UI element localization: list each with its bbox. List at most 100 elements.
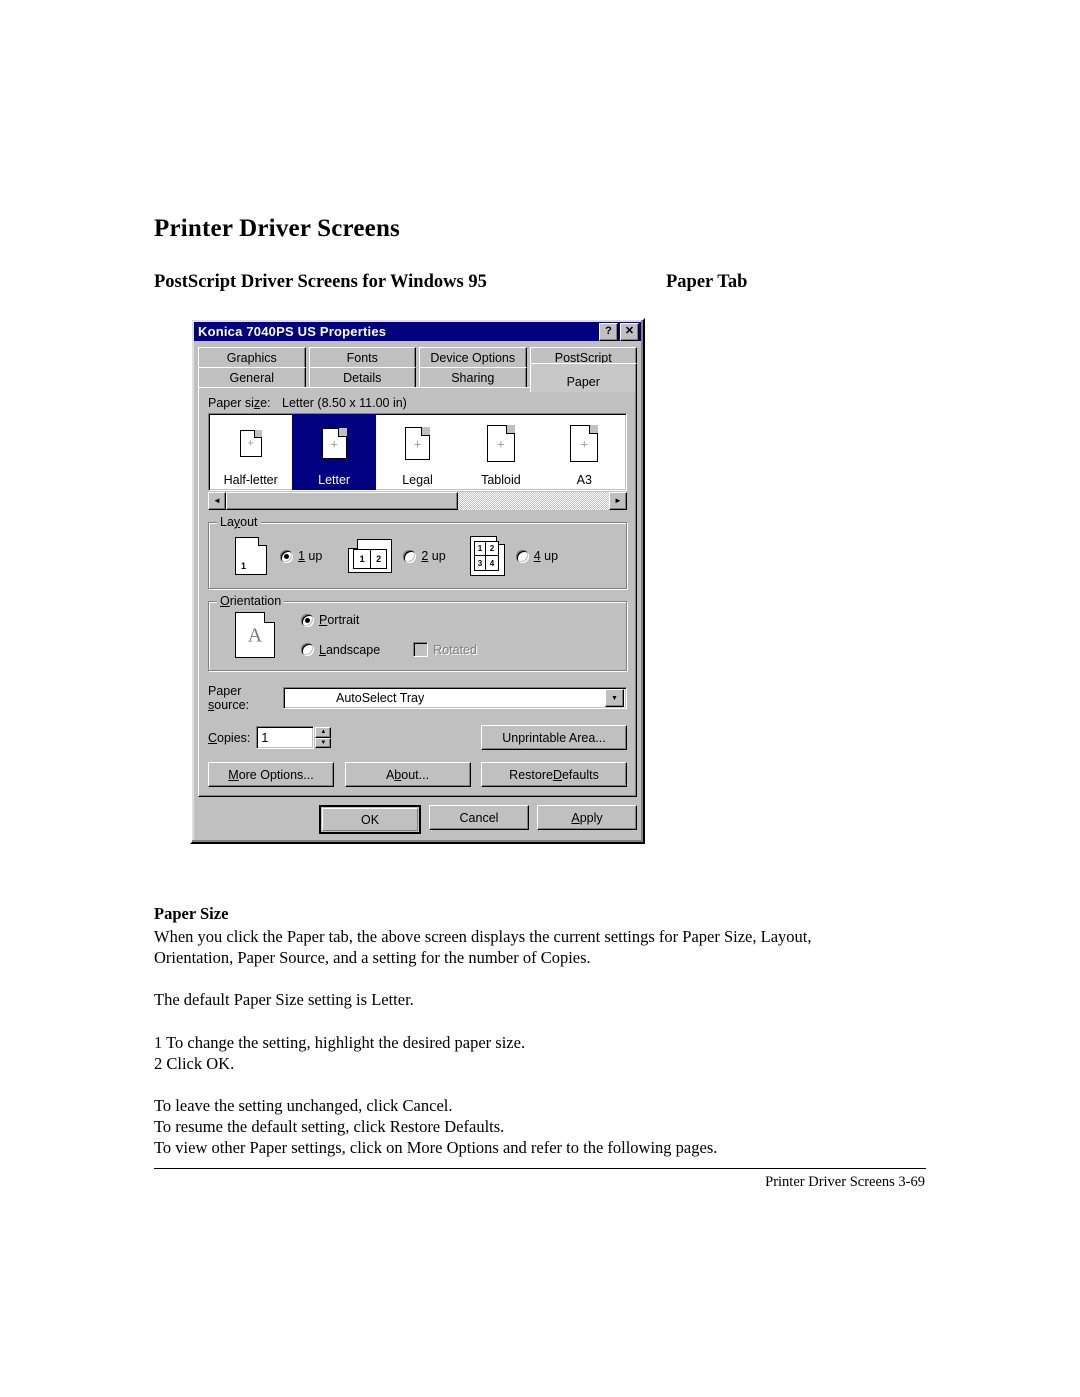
paper-size-row: Paper size: Letter (8.50 x 11.00 in) (208, 396, 627, 410)
page-icon: + (239, 414, 262, 473)
radio-landscape[interactable]: Landscape (301, 643, 380, 657)
layout-thumb-number: 1 (359, 554, 365, 564)
layout-radio-4up[interactable]: 4 up (515, 549, 559, 563)
layout-thumb-number: 2 (486, 542, 498, 556)
copies-input[interactable]: 1 (256, 726, 315, 749)
body-paragraph-3-line-3: To view other Paper settings, click on M… (154, 1138, 718, 1157)
radio-icon[interactable] (301, 643, 314, 656)
portrait-label: Portrait (319, 613, 360, 627)
tab-general[interactable]: General (198, 367, 306, 388)
close-icon[interactable]: ✕ (620, 322, 639, 341)
paper-size-option-label: Half-letter (223, 473, 278, 487)
layout-radio-1up[interactable]: 1 up (280, 549, 322, 563)
body-step-1: 1 To change the setting, highlight the d… (154, 1033, 526, 1052)
layout-thumb-number: 3 (475, 556, 487, 570)
section-subheading: PostScript Driver Screens for Windows 95 (154, 272, 487, 292)
section-label: Paper Tab (666, 272, 748, 292)
landscape-label: Landscape (319, 642, 381, 657)
tab-sharing[interactable]: Sharing (419, 367, 527, 388)
paper-size-option-label: Tabloid (481, 473, 521, 487)
layout-thumb-number: 1 (241, 561, 247, 571)
chevron-down-icon[interactable]: ▼ (605, 689, 624, 707)
orientation-choices: Portrait Landscape Rotated (301, 613, 477, 657)
cancel-button[interactable]: Cancel (429, 805, 529, 830)
tab-graphics[interactable]: Graphics (198, 347, 306, 368)
document-page: Printer Driver Screens PostScript Driver… (0, 0, 1080, 1397)
orientation-group-title: Orientation (217, 594, 285, 608)
scrollbar-track[interactable] (226, 492, 609, 510)
paper-size-option-a3[interactable]: + A3 (543, 414, 626, 490)
tab-details[interactable]: Details (308, 367, 416, 388)
paper-size-option-label: Letter (318, 473, 351, 487)
checkbox-rotated: Rotated (413, 642, 477, 657)
tab-paper[interactable]: Paper (529, 363, 637, 392)
printer-properties-dialog: Konica 7040PS US Properties ? ✕ Graphics… (190, 318, 645, 844)
page-icon: + (570, 414, 599, 473)
paper-size-option-tabloid[interactable]: + Tabloid (459, 414, 542, 490)
radio-portrait[interactable]: Portrait (301, 613, 477, 627)
layout-group-title: Layout (217, 515, 261, 529)
unprintable-area-button[interactable]: Unprintable Area... (481, 725, 627, 750)
layout-option-label: 4 up (533, 549, 559, 563)
restore-defaults-button[interactable]: Restore Defaults (481, 762, 627, 787)
layout-thumb-4up: 1 2 3 4 (469, 536, 505, 576)
radio-icon[interactable] (403, 549, 417, 563)
copies-label: Copies: (208, 730, 251, 745)
orientation-thumb-portrait: A (235, 612, 275, 658)
paper-size-option-half-letter[interactable]: + Half-letter (209, 414, 292, 490)
ok-button[interactable]: OK (319, 805, 421, 834)
panel-buttons-row: More Options... Ab out... Restore Default… (208, 762, 627, 787)
paper-size-label: Paper size: (208, 396, 271, 410)
paper-size-option-legal[interactable]: + Legal (376, 414, 459, 490)
orientation-content: A Portrait Landscape Rotated (219, 612, 616, 658)
body-paragraph-1-line-1: When you click the Paper tab, the above … (154, 927, 812, 946)
orientation-second-row: Landscape Rotated (301, 642, 477, 657)
page-icon: + (405, 414, 431, 473)
tab-row-bottom: General Details Sharing Paper (198, 363, 637, 392)
copies-stepper[interactable]: ▲ ▼ (315, 727, 332, 748)
paper-size-scrollbar[interactable]: ◄ ► (208, 492, 627, 510)
layout-thumb-1up: 1 (235, 537, 267, 575)
scroll-left-icon[interactable]: ◄ (208, 492, 226, 510)
paper-tab-panel: Paper size: Letter (8.50 x 11.00 in) + H… (198, 387, 637, 797)
scrollbar-thumb[interactable] (226, 492, 458, 510)
radio-icon[interactable] (280, 549, 293, 563)
layout-thumb-number: 4 (489, 558, 495, 568)
page-footer: Printer Driver Screens 3-69 (765, 1174, 925, 1190)
paper-size-option-letter[interactable]: + Letter (292, 414, 376, 490)
radio-icon[interactable] (301, 613, 314, 627)
layout-thumb-2up: 1 2 (348, 539, 393, 573)
radio-icon[interactable] (515, 549, 529, 563)
body-heading: Paper Size (154, 904, 229, 923)
paper-source-value: AutoSelect Tray (336, 691, 425, 705)
dialog-titlebar: Konica 7040PS US Properties ? ✕ (194, 322, 641, 341)
dialog-title: Konica 7040PS US Properties (198, 324, 387, 339)
paper-size-list[interactable]: + Half-letter + Letter + Legal + Tabloid… (208, 413, 627, 491)
body-paragraph-3-line-2: To resume the default setting, click Res… (154, 1117, 505, 1136)
paper-source-select[interactable]: AutoSelect Tray ▼ (283, 687, 627, 709)
layout-thumb-number: 1 (474, 542, 487, 556)
layout-thumb-number: 2 (369, 550, 387, 568)
tab-device-options[interactable]: Device Options (419, 347, 527, 368)
more-options-button[interactable]: More Options... (208, 762, 334, 787)
paper-source-label: Paper source: (208, 684, 249, 712)
about-button[interactable]: Ab out... (344, 762, 471, 787)
tab-fonts[interactable]: Fonts (308, 347, 416, 368)
body-paragraph-1-line-2: Orientation, Paper Source, and a setting… (154, 948, 591, 967)
page-icon: + (486, 414, 515, 473)
layout-radio-2up[interactable]: 2 up (403, 549, 446, 563)
body-step-2: 2 Click OK. (154, 1054, 235, 1073)
page-icon: + (321, 414, 347, 473)
help-icon[interactable]: ? (599, 322, 618, 341)
copies-row: Copies: 1 ▲ ▼ Unprintable Area... (208, 725, 627, 750)
scroll-right-icon[interactable]: ► (609, 492, 627, 510)
layout-option-label: 1 up (298, 549, 323, 563)
stepper-down-icon[interactable]: ▼ (315, 737, 332, 748)
paper-size-option-label: Legal (402, 473, 433, 487)
orientation-group: Orientation A Portrait Landscape Rotated (208, 594, 627, 671)
paper-source-row: Paper source: AutoSelect Tray ▼ (208, 684, 627, 712)
stepper-up-icon[interactable]: ▲ (315, 727, 332, 738)
tab-strip: Graphics Fonts Device Options PostScript… (194, 344, 641, 392)
apply-button[interactable]: Apply (537, 805, 637, 830)
layout-options-row: 1 1 up 1 2 2 up 1 2 3 4 4 up (219, 533, 616, 579)
